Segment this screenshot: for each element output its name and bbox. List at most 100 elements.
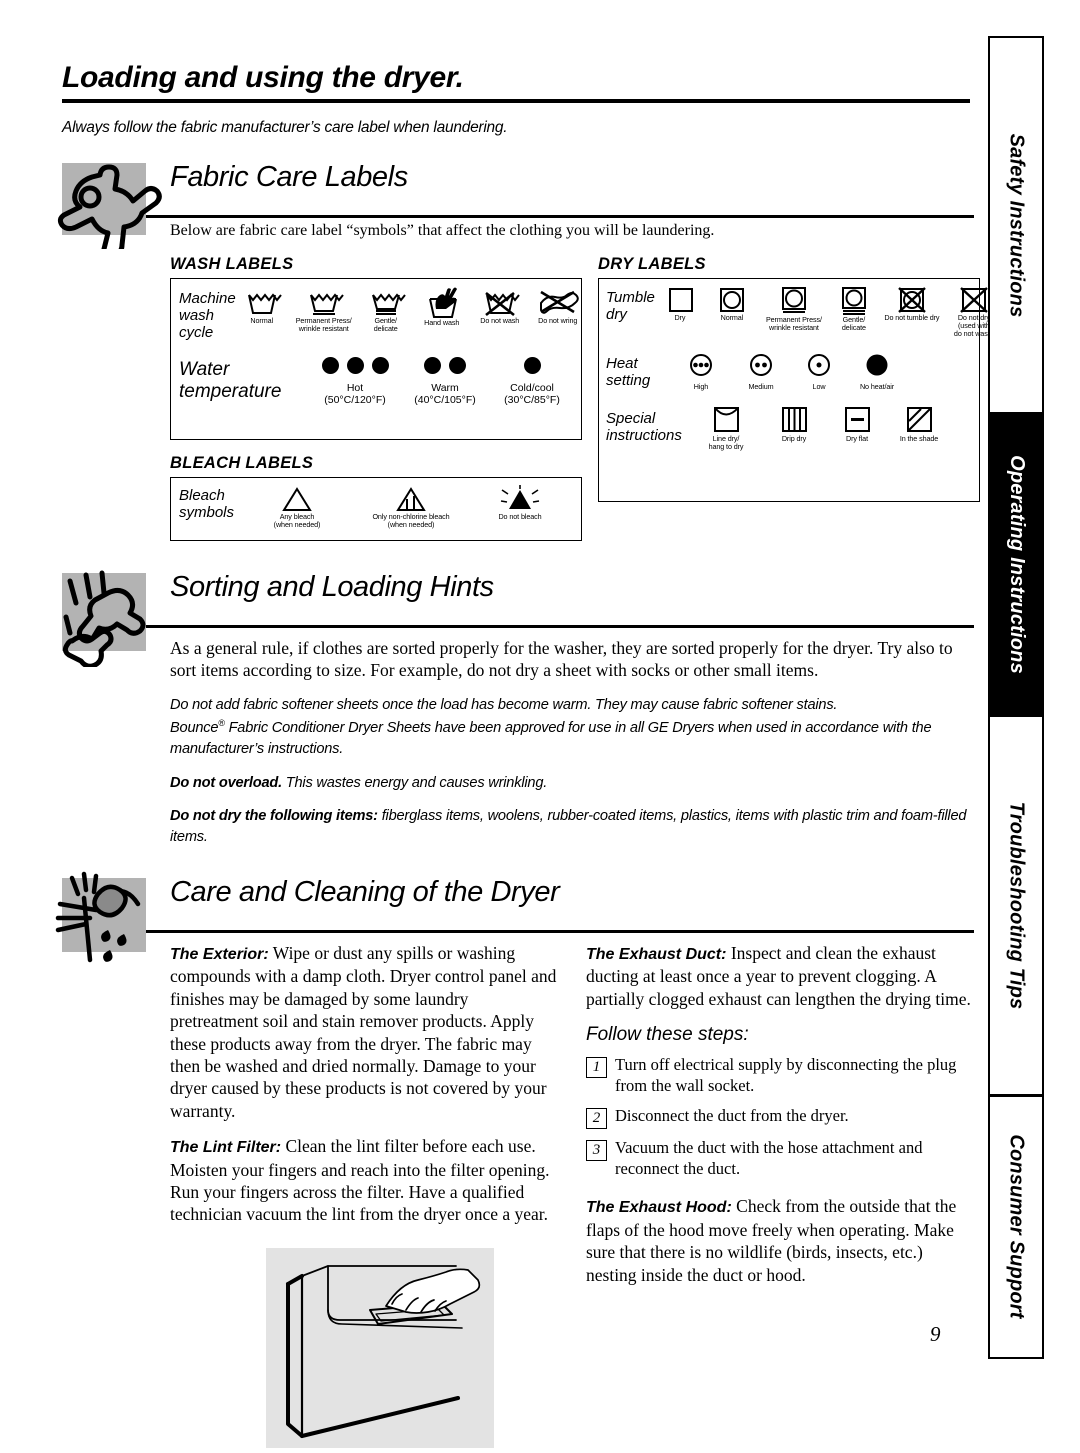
tumbling-clothes-icon — [62, 570, 146, 667]
symbol-tumble-normal: Normal — [705, 286, 759, 338]
tab-label: Safety Instructions — [1005, 133, 1028, 317]
symbol-caption: No heat/air — [859, 382, 895, 392]
cleaning-sponge-icon — [55, 871, 146, 963]
page-intro: Always follow the fabric manufacturer’s … — [62, 118, 508, 136]
bleach-labels-heading: BLEACH LABELS — [170, 453, 314, 472]
page-title: Loading and using the dryer. — [62, 61, 464, 94]
symbol-caption: Line dry/ hang to dry — [708, 434, 744, 452]
symbol-tumble-gentle: Gentle/ delicate — [829, 286, 879, 338]
lint-filter-illustration — [266, 1247, 494, 1448]
cold-dots — [489, 357, 575, 375]
temp-range: (40°C/105°F) — [414, 394, 476, 407]
bleach-symbols-label: Bleach symbols — [179, 486, 235, 521]
page-content: Loading and using the dryer. Always foll… — [55, 0, 994, 1448]
do-not-overload-bold: Do not overload. — [170, 774, 282, 791]
title-underline — [62, 98, 970, 103]
symbol-heat-high: High — [672, 352, 730, 391]
sorting-para-5: Do not dry the following items: fibergla… — [170, 806, 974, 847]
bounce-brand: Bounce — [170, 720, 219, 737]
symbol-caption: Dry — [674, 312, 686, 322]
section-rule — [146, 624, 974, 628]
symbol-dry: Dry — [655, 286, 705, 338]
temp-range: (50°C/120°F) — [324, 394, 386, 407]
symbol-caption: Gentle/ delicate — [841, 314, 866, 333]
symbol-caption: Dry flat — [846, 434, 868, 444]
symbol-do-not-wring: Do not wring — [530, 287, 586, 333]
section-sorting: Sorting and Loading Hints As a general r… — [62, 569, 974, 848]
exhaust-duct-para: The Exhaust Duct: Inspect and clean the … — [586, 942, 972, 1010]
fabric-care-intro: Below are fabric care label “symbols” th… — [170, 221, 715, 239]
step-item: 3 Vacuum the duct with the hose attachme… — [586, 1138, 972, 1180]
symbol-caption: Drip dry — [781, 434, 807, 444]
exhaust-hood-para: The Exhaust Hood: Check from the outside… — [586, 1195, 972, 1286]
sorting-para-4-text: This wastes energy and causes wrinkling. — [281, 774, 548, 791]
heat-setting-label: Heat setting — [606, 355, 651, 389]
bleach-labels-box: Bleach symbols Any bleach (when needed) — [170, 476, 582, 541]
symbol-caption: Low — [812, 382, 826, 392]
symbol-wash-permanent-press: Permanent Press/ wrinkle resistant — [290, 287, 358, 333]
exhaust-hood-heading: The Exhaust Hood: — [586, 1199, 732, 1217]
follow-these-steps-heading: Follow these steps: — [586, 1024, 749, 1046]
water-temp-hot: Hot (50°C/120°F) — [309, 357, 401, 407]
symbol-in-the-shade: In the shade — [888, 405, 950, 451]
do-not-dry-bold: Do not dry the following items: — [170, 808, 378, 825]
water-temp-warm: Warm (40°C/105°F) — [401, 357, 489, 407]
exhaust-duct-heading: The Exhaust Duct: — [586, 945, 727, 963]
section-title: Fabric Care Labels — [170, 160, 408, 193]
tab-label: Operating Instructions — [1005, 454, 1028, 674]
section-title: Sorting and Loading Hints — [170, 570, 494, 603]
symbol-tumble-permanent-press: Permanent Press/ wrinkle resistant — [759, 286, 829, 338]
symbol-non-chlorine-bleach: Only non-chlorine bleach (when needed) — [343, 485, 479, 529]
tab-label: Consumer Support — [1005, 1134, 1028, 1319]
wash-labels-box: Machine wash cycle Normal Permanent Pres… — [170, 277, 582, 440]
section-rule — [146, 929, 974, 933]
step-item: 1 Turn off electrical supply by disconne… — [586, 1055, 972, 1097]
symbol-no-heat-air: No heat/air — [846, 352, 908, 391]
step-item: 2 Disconnect the duct from the dryer. — [586, 1106, 972, 1129]
symbol-caption: Permanent Press/ wrinkle resistant — [295, 315, 352, 334]
tab-troubleshooting-tips[interactable]: Troubleshooting Tips — [990, 716, 1042, 1094]
exterior-text: Wipe or dust any spills or washing compo… — [170, 942, 557, 1121]
symbol-any-bleach: Any bleach (when needed) — [251, 485, 343, 529]
symbol-wash-gentle: Gentle/ delicate — [360, 287, 412, 333]
hot-dots — [309, 357, 401, 375]
symbol-caption: Only non-chlorine bleach (when needed) — [372, 511, 450, 530]
sorting-para-3: Bounce® Fabric Conditioner Dryer Sheets … — [170, 717, 974, 759]
section-fabric-care: Fabric Care Labels Below are fabric care… — [57, 159, 994, 541]
symbol-drip-dry: Drip dry — [762, 405, 826, 451]
tab-safety-instructions[interactable]: Safety Instructions — [990, 38, 1042, 412]
sorting-para-3-text: Fabric Conditioner Dryer Sheets have bee… — [170, 720, 932, 758]
section-title: Care and Cleaning of the Dryer — [170, 875, 560, 908]
step-text: Vacuum the duct with the hose attachment… — [615, 1137, 923, 1178]
lint-filter-heading: The Lint Filter: — [170, 1139, 282, 1157]
tab-consumer-support[interactable]: Consumer Support — [990, 1096, 1042, 1357]
symbol-heat-medium: Medium — [730, 352, 792, 391]
sorting-para-4: Do not overload. This wastes energy and … — [170, 773, 974, 794]
exterior-heading: The Exterior: — [170, 945, 269, 963]
step-number: 1 — [586, 1057, 607, 1079]
symbol-hand-wash: Hand wash — [414, 287, 470, 333]
tab-operating-instructions[interactable]: Operating Instructions — [990, 414, 1042, 714]
wash-labels-heading: WASH LABELS — [170, 254, 294, 273]
exterior-para: The Exterior: Wipe or dust any spills or… — [170, 942, 558, 1122]
tab-label: Troubleshooting Tips — [1005, 801, 1028, 1009]
sorting-para-2: Do not add fabric softener sheets once t… — [170, 696, 838, 713]
section-rule — [146, 214, 974, 218]
symbol-caption: Normal — [250, 315, 273, 325]
symbol-caption: Do not bleach — [498, 511, 542, 521]
symbol-caption: Do not wring — [538, 315, 578, 325]
symbol-caption: Hand wash — [424, 317, 460, 327]
symbol-caption: Medium — [748, 382, 774, 392]
special-instructions-label: Special instructions — [606, 410, 682, 445]
page-number: 9 — [930, 1322, 941, 1346]
symbol-wash-normal: Normal — [236, 287, 288, 333]
symbol-do-not-bleach: Do not bleach — [479, 484, 561, 529]
symbol-caption: High — [693, 382, 709, 392]
symbol-caption: Permanent Press/ wrinkle resistant — [765, 314, 822, 333]
symbol-caption: Any bleach (when needed) — [273, 511, 321, 530]
step-number: 2 — [586, 1107, 607, 1129]
symbol-caption: Do not tumble dry — [884, 312, 940, 322]
water-temperature-label: Water temperature — [179, 359, 282, 403]
symbol-caption: Gentle/ delicate — [373, 315, 398, 334]
step-text: Turn off electrical supply by disconnect… — [615, 1055, 957, 1095]
